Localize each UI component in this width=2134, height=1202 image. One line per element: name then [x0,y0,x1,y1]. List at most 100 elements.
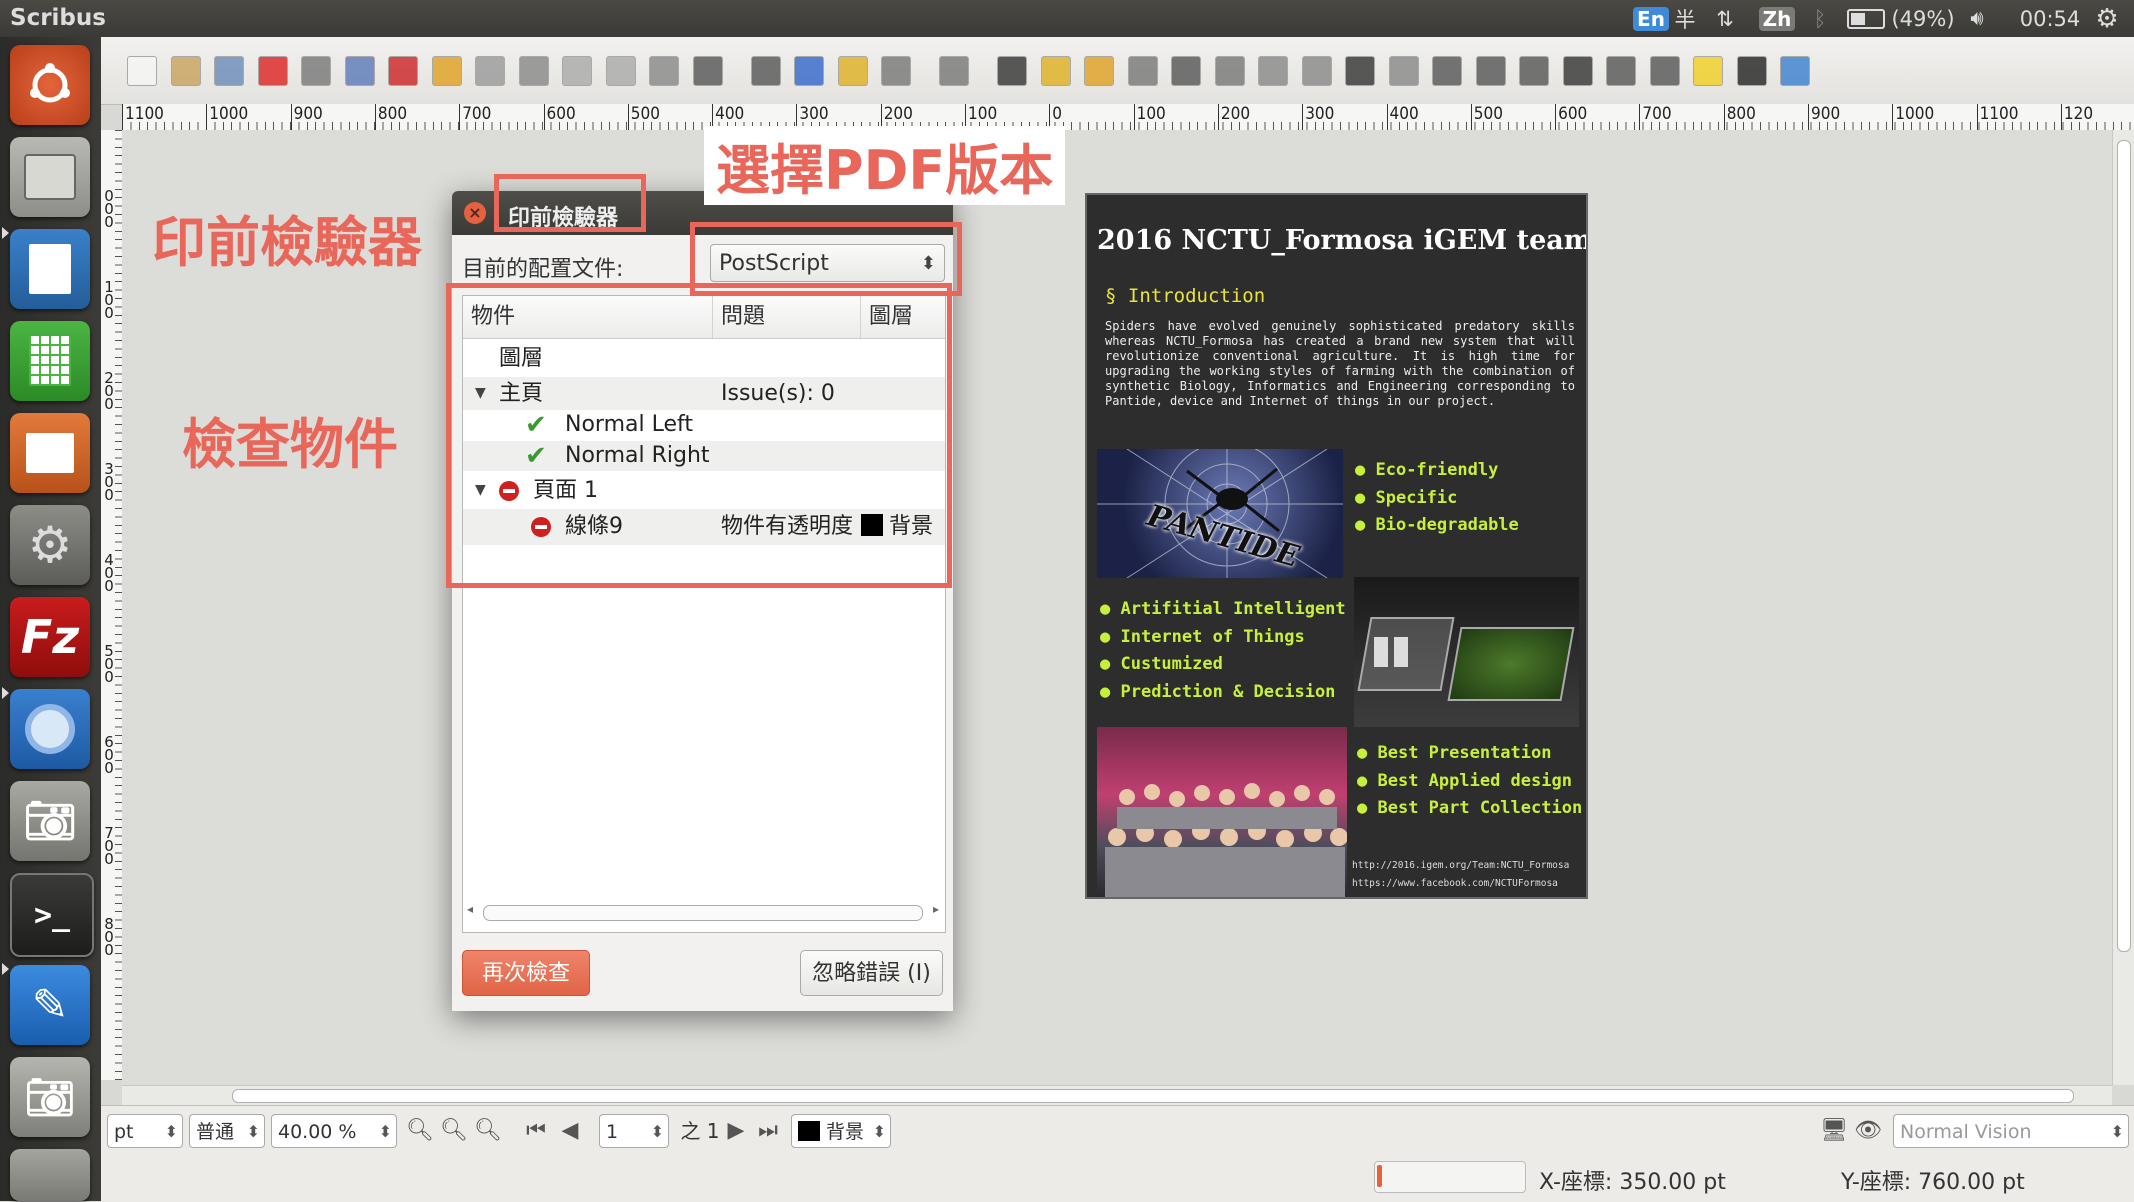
first-page-icon[interactable]: ⏮ [521,1117,551,1145]
input-en-indicator[interactable]: En [1633,4,1669,33]
ruler-tick-label: 1000 [206,104,248,130]
edit-text-icon[interactable] [1214,56,1245,86]
system-settings-icon[interactable]: ⚙ [10,505,90,585]
list-item: Bio-degradable [1355,512,1518,540]
scribus-icon[interactable]: ✎ [10,965,90,1045]
vertical-scrollbar[interactable] [2112,130,2134,1085]
render-frame-icon[interactable] [794,56,824,86]
image-frame-icon[interactable] [750,56,781,86]
ruler-tick-label: 300 [104,460,114,504]
measure-icon[interactable] [1345,56,1375,86]
document-page[interactable]: 2016 NCTU_Formosa iGEM team § Introducti… [1085,193,1588,899]
device-image[interactable] [1354,577,1579,727]
team-photo[interactable] [1097,727,1347,897]
chromium-icon[interactable] [10,689,90,769]
redo-icon[interactable] [475,56,505,86]
scroll-left-arrow-icon[interactable]: ◂ [467,902,473,916]
tree-horizontal-scrollbar[interactable]: ◂ ▸ [467,902,939,922]
about-icon[interactable] [1780,56,1810,86]
writer-icon[interactable] [10,229,90,309]
unlink-text-icon[interactable] [1301,56,1332,86]
export-pdf-icon[interactable] [388,56,418,86]
freehand-icon[interactable] [1084,56,1114,86]
pdf-textfield-icon[interactable] [1519,56,1549,86]
terminal-icon[interactable]: >_ [10,873,94,957]
last-page-icon[interactable]: ⏭ [753,1117,783,1145]
select-icon[interactable] [649,56,679,86]
preview-icon[interactable]: 🖥︎ [1819,1117,1849,1145]
zoom-icon[interactable] [1171,56,1201,86]
ubuntu-dash-icon[interactable] [10,45,90,125]
highlight-dialog-title [494,174,646,232]
unit-select[interactable]: pt [107,1114,183,1149]
impress-icon[interactable] [10,413,90,493]
input-zh-indicator[interactable]: Zh [1758,4,1796,33]
ruler-tick-label: 700 [459,104,491,130]
save-icon[interactable] [214,56,244,86]
eye-icon[interactable]: 👁︎ [1853,1117,1883,1145]
new-doc-icon[interactable] [127,56,157,86]
zoom-out-icon[interactable]: 🔍︎ [405,1117,435,1145]
unity-launcher: ⚙ Fz 📷︎ >_ ✎ 📷︎ [0,37,101,1201]
print-icon[interactable] [301,56,331,86]
annotation-choose-pdf: 選擇PDF版本 [704,126,1066,205]
clock[interactable]: 00:54 [2015,4,2085,33]
pdf-button-icon[interactable] [1475,56,1506,86]
zoom-in-icon[interactable]: 🔍︎ [473,1117,503,1145]
zoom-input[interactable]: 40.00 % [271,1114,397,1149]
copy-props-icon[interactable] [1388,56,1419,86]
recheck-button[interactable]: 再次檢查 [462,950,590,996]
undo-icon[interactable] [431,56,462,86]
files-icon[interactable] [10,137,90,217]
eyedropper-icon[interactable] [1432,56,1462,86]
horizontal-scrollbar[interactable] [122,1085,2112,1106]
network-icon[interactable]: ⇅ [1710,4,1740,33]
paste-icon[interactable] [605,56,636,86]
open-icon[interactable] [170,56,201,86]
ignore-errors-button[interactable]: 忽略錯誤 (I) [800,950,943,996]
pantide-image[interactable]: PANTIDE [1097,449,1343,578]
mode-select[interactable]: 普通 [189,1114,265,1149]
copy-icon[interactable] [562,56,592,86]
battery-indicator[interactable]: (49%) [1846,4,1956,33]
prev-page-icon[interactable]: ◀ [555,1117,585,1145]
cut-icon[interactable] [518,56,549,86]
half-width-indicator[interactable]: 半 [1672,4,1698,33]
pdf-checkbox-icon[interactable] [1562,56,1593,86]
shape-icon[interactable] [881,56,911,86]
polygon-icon[interactable] [939,56,969,86]
pdf-listbox-icon[interactable] [1649,56,1680,86]
volume-icon[interactable]: 🔊︎ [1960,4,1994,33]
layer-select[interactable]: 背景 [791,1114,891,1149]
text-frame-icon[interactable] [692,56,723,86]
pdf-link-icon[interactable] [1736,56,1767,86]
close-icon[interactable]: × [464,202,486,224]
highlight-tree [446,283,952,588]
calc-icon[interactable] [10,321,90,401]
bezier-icon[interactable] [1040,56,1071,86]
list-item: Internet of Things [1100,624,1346,652]
close-icon[interactable] [257,56,288,86]
bluetooth-icon[interactable]: ᛒ [1808,4,1832,33]
poster-title: 2016 NCTU_Formosa iGEM team [1097,225,1588,256]
page-number-select[interactable]: 1 [599,1114,669,1149]
preflight-icon[interactable] [344,56,375,86]
scroll-right-arrow-icon[interactable]: ▸ [933,902,939,916]
screenshot-icon[interactable]: 📷︎ [10,1057,90,1137]
camera-icon[interactable]: 📷︎ [10,781,90,861]
vertical-ruler: 000 100 200 300 400 500 600 700 800 [101,130,123,1080]
next-page-icon[interactable]: ▶ [721,1117,751,1145]
pdf-combobox-icon[interactable] [1606,56,1636,86]
zoom-actual-icon[interactable]: 🔍︎ [439,1117,469,1145]
line-icon[interactable] [997,56,1027,86]
facebook-url: https://www.facebook.com/NCTUFormosa [1352,878,1558,889]
trash-icon[interactable] [10,1149,90,1201]
pdf-annotation-icon[interactable] [1693,56,1723,86]
table-icon[interactable] [837,56,868,86]
ruler-tick-label: 900 [1808,104,1840,130]
filezilla-icon[interactable]: Fz [10,597,90,677]
settings-gear-icon[interactable]: ⚙ [2092,4,2122,34]
vision-select[interactable]: Normal Vision [1893,1114,2129,1149]
link-text-icon[interactable] [1258,56,1288,86]
rotate-icon[interactable] [1127,56,1158,86]
